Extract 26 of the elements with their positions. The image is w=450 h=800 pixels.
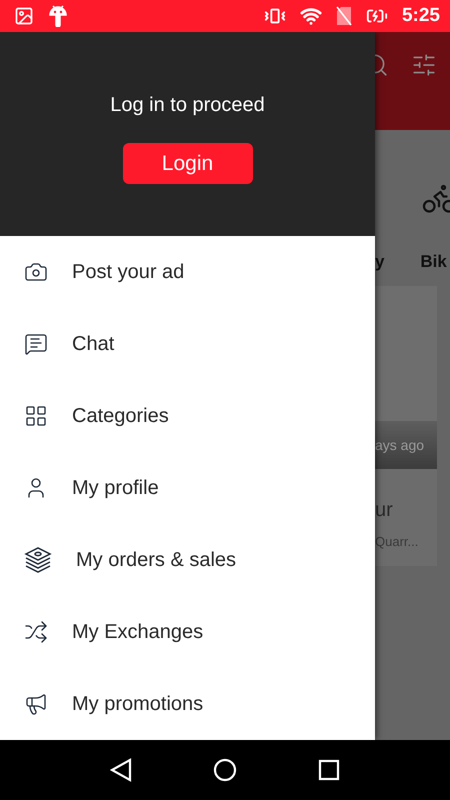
grid-icon <box>24 404 48 428</box>
menu-item[interactable]: My orders & sales <box>76 548 236 572</box>
listing-time: ays ago <box>375 437 424 453</box>
menu-item[interactable]: Post your ad <box>72 260 184 284</box>
status-time: 5:25 <box>402 5 440 27</box>
menu-item[interactable]: My promotions <box>72 692 204 716</box>
wifi-icon <box>300 5 322 27</box>
image-icon <box>14 6 34 26</box>
recents-icon[interactable] <box>318 759 340 781</box>
menu-item[interactable]: Categories <box>72 404 169 428</box>
menu-item[interactable]: Chat <box>72 332 114 356</box>
megaphone-icon <box>24 692 48 716</box>
menu-item[interactable]: My profile <box>72 476 159 500</box>
category-label: y <box>375 252 386 272</box>
menu-item[interactable]: My Exchanges <box>72 620 204 644</box>
category-label: Bik <box>420 252 448 272</box>
back-icon[interactable] <box>110 758 132 782</box>
login-prompt: Log in to proceed <box>110 94 265 117</box>
shuffle-icon <box>24 620 48 644</box>
home-icon[interactable] <box>212 758 237 782</box>
filter-icon[interactable] <box>411 52 437 78</box>
money-stack-icon <box>24 546 52 574</box>
login-button[interactable]: Login <box>122 143 252 184</box>
no-sim-icon <box>336 6 352 26</box>
chat-icon <box>24 332 48 356</box>
listing-title: ur <box>375 499 394 522</box>
